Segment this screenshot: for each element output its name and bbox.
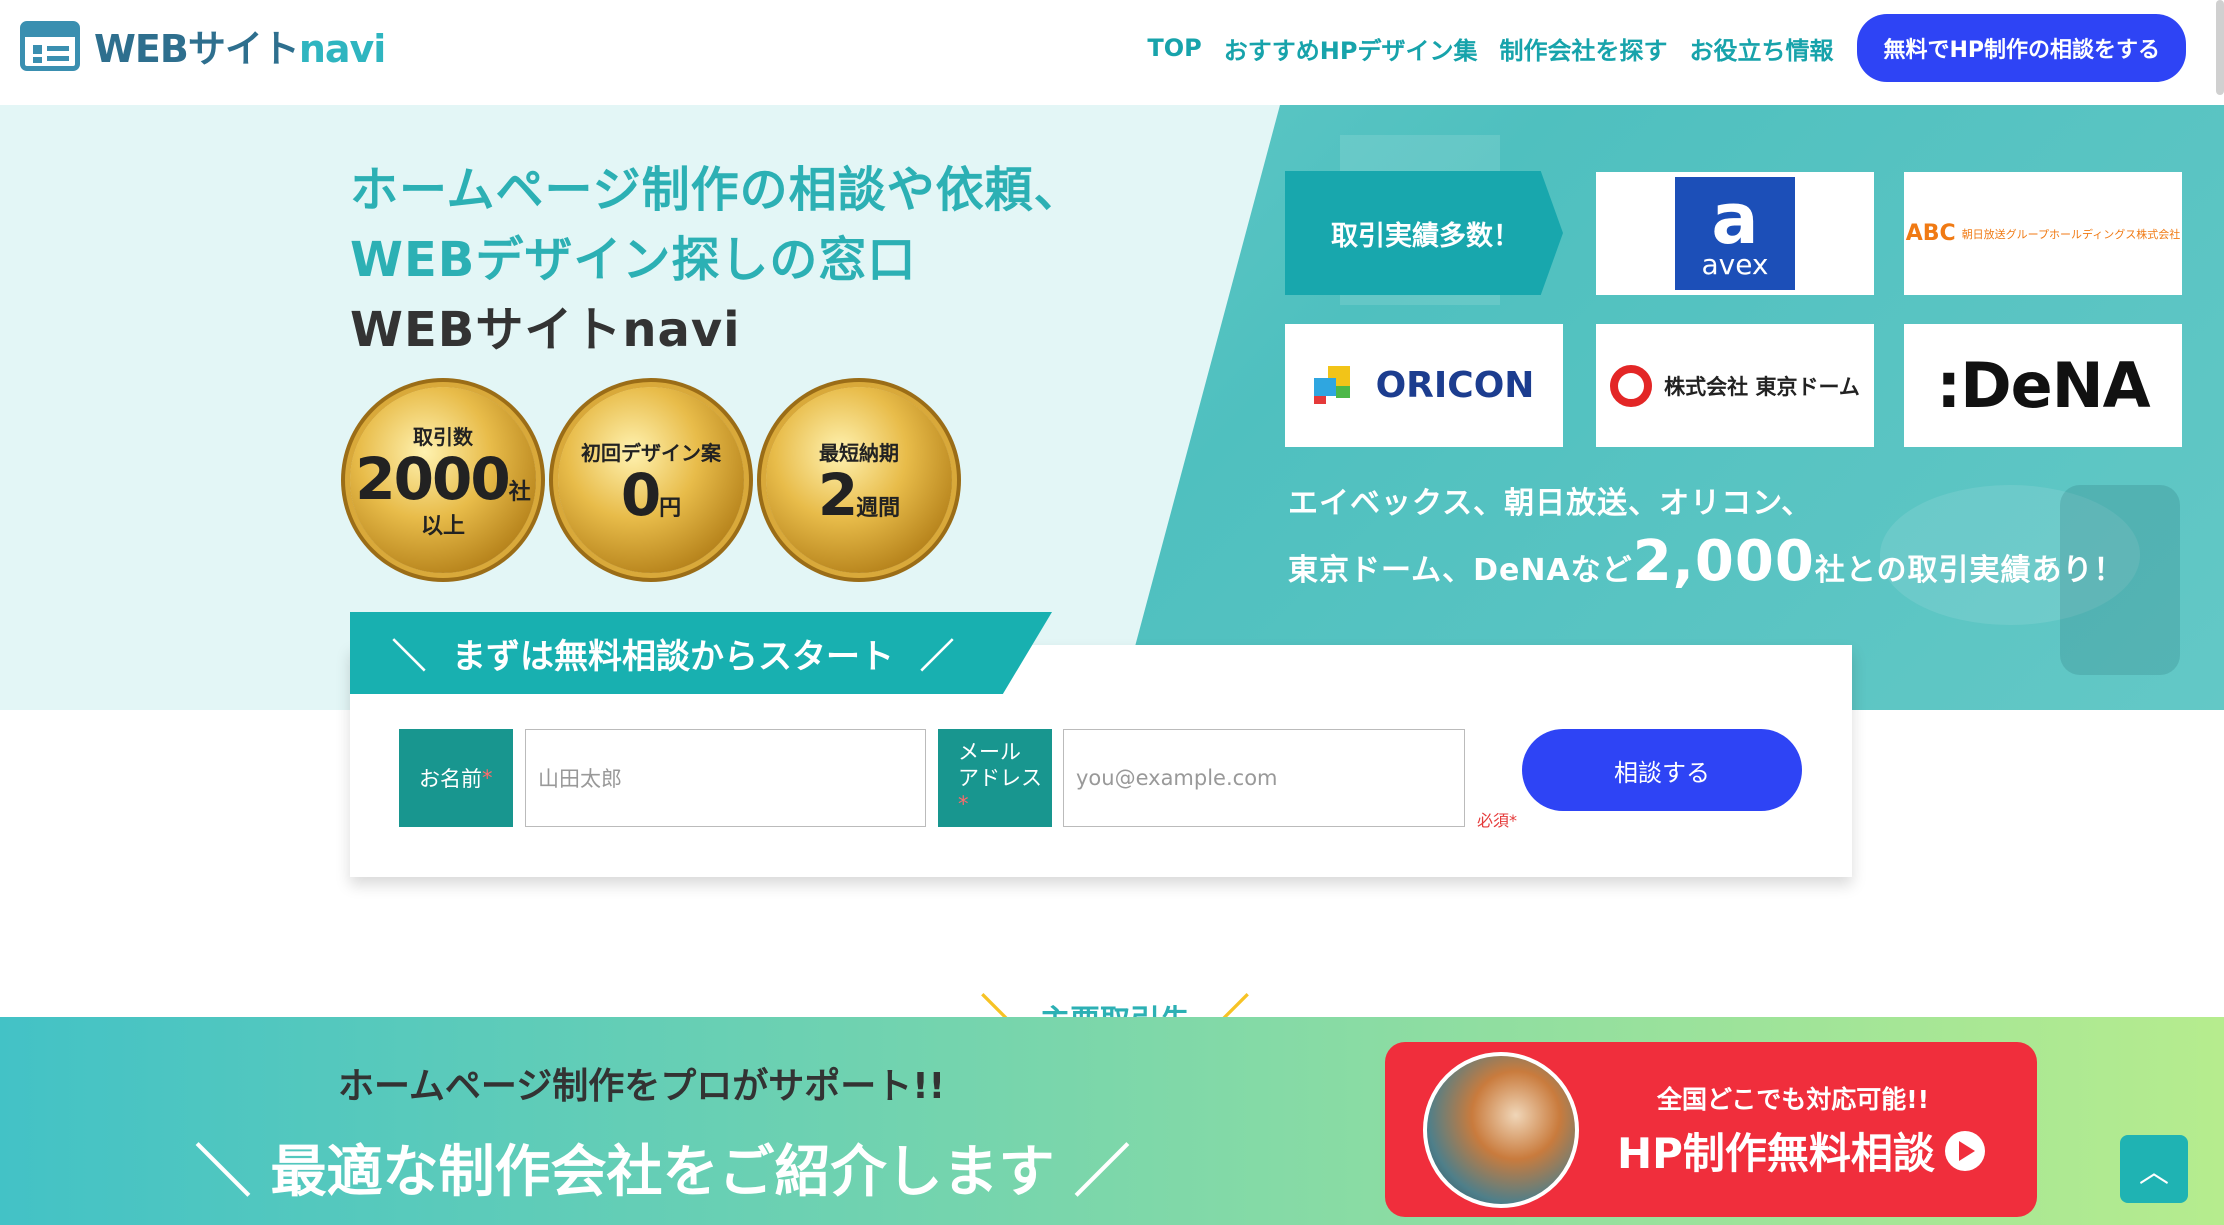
nav-find-company[interactable]: 制作会社を探す — [1499, 31, 1667, 66]
hero-title-line1: ホームページ制作の相談や依頼、 — [350, 162, 1083, 218]
scrollbar-thumb[interactable] — [2216, 0, 2224, 95]
dena-logo: :DeNA — [1936, 349, 2150, 422]
nav-design-gallery[interactable]: おすすめHPデザイン集 — [1224, 31, 1478, 66]
name-input[interactable]: 山田太郎 — [525, 729, 926, 827]
tokyo-dome-logo: 株式会社 東京ドーム — [1610, 364, 1860, 407]
client-logo-avex: a avex — [1596, 172, 1874, 295]
banner-subtitle: ホームページ制作をプロがサポート!! — [338, 1066, 946, 1107]
banner-card-big-text: HP制作無料相談 — [1617, 1120, 1985, 1181]
name-label: お名前 * — [399, 729, 513, 827]
achievement-medals: 取引数 2000社 以上 初回デザイン案 0円 最短納期 2週間 — [350, 387, 952, 573]
abc-logo: ABC 朝日放送グループホールディングス株式会社 — [1905, 221, 2181, 246]
client-logo-oricon: ORICON — [1285, 324, 1563, 447]
bottom-banner: ホームページ制作をプロがサポート!! ＼ 最適な制作会社をご紹介します ／ 全国… — [0, 1017, 2224, 1225]
email-label: メール アドレス * — [938, 729, 1052, 827]
hero-title-line3: WEBサイトnavi — [350, 302, 741, 358]
nav-top[interactable]: TOP — [1147, 34, 1201, 62]
required-note: 必須* — [1477, 811, 1518, 830]
client-record-text: エイベックス、朝日放送、オリコン、 東京ドーム、DeNAなど2,000社との取引… — [1288, 486, 2125, 594]
free-consult-banner-button[interactable]: 全国どこでも対応可能!! HP制作無料相談 — [1385, 1042, 2037, 1217]
consult-submit-button[interactable]: 相談する — [1522, 729, 1802, 811]
oricon-logo: ORICON — [1313, 365, 1534, 406]
logo-text: WEBサイトnavi — [94, 27, 386, 71]
client-logo-tokyo-dome: 株式会社 東京ドーム — [1596, 324, 1874, 447]
consult-heading: ＼ まずは無料相談からスタート／ — [350, 612, 1052, 694]
scroll-to-top-button[interactable]: ︿ — [2120, 1135, 2188, 1203]
banner-title: ＼ 最適な制作会社をご紹介します ／ — [195, 1140, 1130, 1205]
client-logo-abc: ABC 朝日放送グループホールディングス株式会社 — [1904, 172, 2182, 295]
oricon-mark-icon — [1313, 365, 1362, 406]
browser-window-icon — [20, 20, 80, 71]
hero-section: ホームページ制作の相談や依頼、 WEBデザイン探しの窓口 WEBサイトnavi … — [0, 105, 2224, 710]
site-header: WEBサイトnavi TOP おすすめHPデザイン集 制作会社を探す お役立ち情… — [0, 0, 2224, 105]
chevron-up-icon: ︿ — [2139, 1155, 2169, 1190]
medal-first-design: 初回デザイン案 0円 — [558, 387, 744, 573]
hero-title: ホームページ制作の相談や依頼、 WEBデザイン探しの窓口 WEBサイトnavi — [350, 155, 1083, 365]
medal-delivery: 最短納期 2週間 — [766, 387, 952, 573]
free-consult-button[interactable]: 無料でHP制作の相談をする — [1857, 14, 2186, 82]
banner-card-small-text: 全国どこでも対応可能!! — [1657, 1085, 1930, 1114]
client-logo-dena: :DeNA — [1904, 324, 2182, 447]
site-logo[interactable]: WEBサイトnavi — [20, 18, 386, 73]
hero-title-line2: WEBデザイン探しの窓口 — [350, 232, 917, 288]
nav-useful-info[interactable]: お役立ち情報 — [1689, 31, 1833, 66]
medal-transactions: 取引数 2000社 以上 — [350, 387, 536, 573]
deal-record-label: 取引実績多数！ — [1285, 171, 1563, 295]
tokyo-dome-mark-icon — [1610, 364, 1653, 407]
page: WEBサイトnavi TOP おすすめHPデザイン集 制作会社を探す お役立ち情… — [0, 0, 2224, 1225]
email-input[interactable]: you@example.com — [1063, 729, 1465, 827]
play-arrow-icon — [1944, 1130, 1985, 1171]
avex-logo: a avex — [1675, 177, 1795, 290]
hero-photo-background — [1118, 105, 2224, 710]
main-nav: TOP おすすめHPデザイン集 制作会社を探す お役立ち情報 無料でHP制作の相… — [1147, 14, 2186, 82]
consultant-photo — [1423, 1052, 1579, 1208]
